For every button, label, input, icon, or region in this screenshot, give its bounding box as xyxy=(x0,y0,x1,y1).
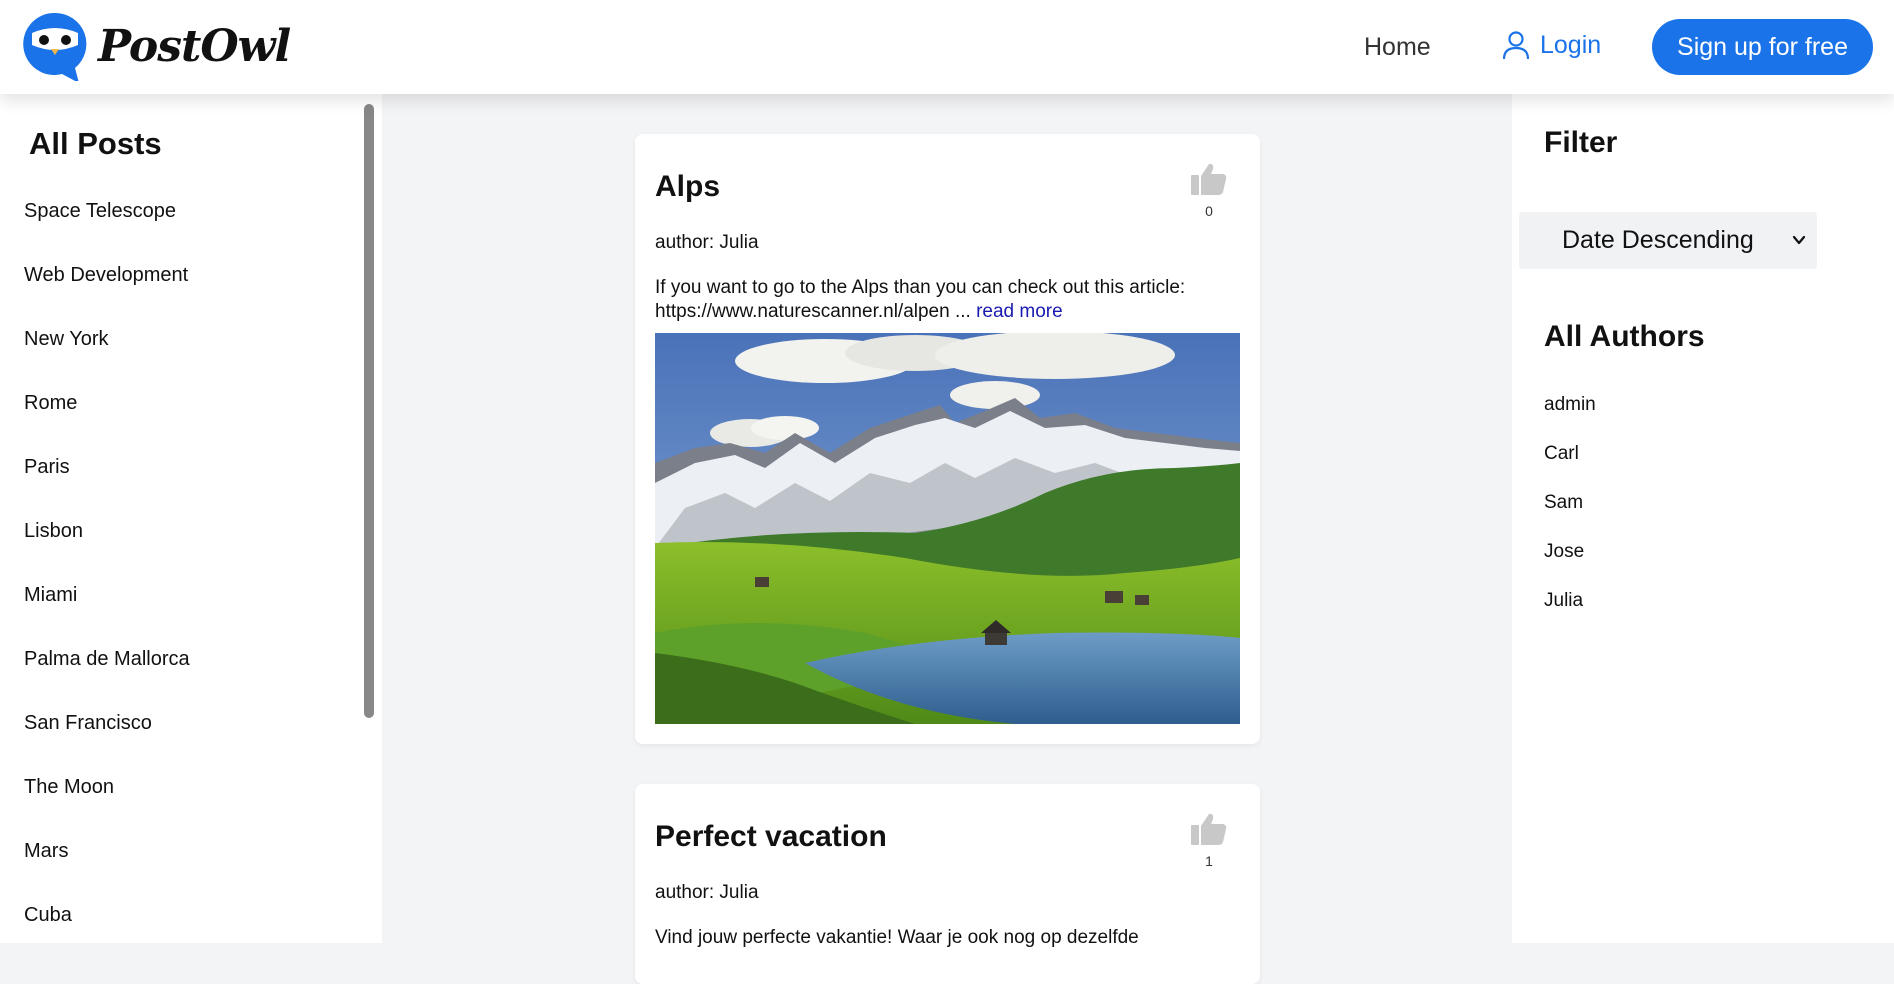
brand-logo[interactable]: PostOwl xyxy=(22,11,291,81)
filter-heading: Filter xyxy=(1544,126,1618,159)
like-button[interactable]: 0 xyxy=(1189,162,1229,219)
like-button[interactable]: 1 xyxy=(1189,812,1229,869)
author-item[interactable]: Julia xyxy=(1544,590,1596,639)
all-posts-heading: All Posts xyxy=(29,126,162,161)
like-count: 1 xyxy=(1205,853,1213,869)
post-excerpt: If you want to go to the Alps than you c… xyxy=(655,276,1245,324)
user-icon xyxy=(1502,31,1530,60)
login-link[interactable]: Login xyxy=(1502,30,1601,60)
post-list-item[interactable]: Mars xyxy=(24,840,190,904)
all-authors-heading: All Authors xyxy=(1544,320,1705,353)
thumbs-up-icon xyxy=(1191,813,1227,845)
sort-selected-value: Date Descending xyxy=(1562,226,1754,254)
post-list-item[interactable]: Web Development xyxy=(24,264,190,328)
post-excerpt: Vind jouw perfecte vakantie! Waar je ook… xyxy=(655,927,1139,948)
post-list-item[interactable]: San Francisco xyxy=(24,712,190,776)
post-excerpt-text: If you want to go to the Alps than you c… xyxy=(655,277,1186,322)
nav-home-link[interactable]: Home xyxy=(1364,33,1431,62)
post-list-item[interactable]: Lisbon xyxy=(24,520,190,584)
alps-landscape-image xyxy=(655,333,1240,724)
signup-button[interactable]: Sign up for free xyxy=(1652,19,1873,75)
author-item[interactable]: Sam xyxy=(1544,492,1596,541)
brand-name: PostOwl xyxy=(98,20,291,72)
read-more-link[interactable]: read more xyxy=(976,301,1063,322)
owl-logo-icon xyxy=(23,12,87,81)
sort-order-select[interactable]: Date Descending xyxy=(1519,212,1817,269)
post-list-item[interactable]: Space Telescope xyxy=(24,200,190,264)
post-list-item[interactable]: The Moon xyxy=(24,776,190,840)
post-title[interactable]: Alps xyxy=(655,170,720,204)
post-card: Perfect vacation 1 author: Julia Vind jo… xyxy=(635,784,1260,984)
post-list-item[interactable]: Miami xyxy=(24,584,190,648)
filter-sidebar: Filter Date Descending All Authors admin… xyxy=(1512,94,1894,943)
chevron-down-icon xyxy=(1792,235,1806,245)
post-list-item[interactable]: Palma de Mallorca xyxy=(24,648,190,712)
post-list: Space Telescope Web Development New York… xyxy=(24,200,190,968)
post-author: author: Julia xyxy=(655,232,759,253)
post-list-item[interactable]: Rome xyxy=(24,392,190,456)
post-feed: Alps 0 author: Julia If you want to go t… xyxy=(382,94,1512,984)
post-image xyxy=(655,333,1240,724)
post-list-item[interactable]: Cuba xyxy=(24,904,190,968)
author-item[interactable]: Carl xyxy=(1544,443,1596,492)
post-list-item[interactable]: New York xyxy=(24,328,190,392)
post-author: author: Julia xyxy=(655,882,759,903)
sidebar-scrollbar[interactable] xyxy=(364,104,374,718)
top-navbar: PostOwl Home Login Sign up for free xyxy=(0,0,1894,94)
post-card: Alps 0 author: Julia If you want to go t… xyxy=(635,134,1260,744)
post-title[interactable]: Perfect vacation xyxy=(655,820,887,854)
like-count: 0 xyxy=(1205,203,1213,219)
login-label: Login xyxy=(1540,30,1602,59)
post-list-item[interactable]: Paris xyxy=(24,456,190,520)
author-item[interactable]: admin xyxy=(1544,394,1596,443)
author-list: admin Carl Sam Jose Julia xyxy=(1544,394,1596,639)
author-item[interactable]: Jose xyxy=(1544,541,1596,590)
thumbs-up-icon xyxy=(1191,163,1227,195)
posts-sidebar: All Posts Space Telescope Web Developmen… xyxy=(0,94,382,943)
